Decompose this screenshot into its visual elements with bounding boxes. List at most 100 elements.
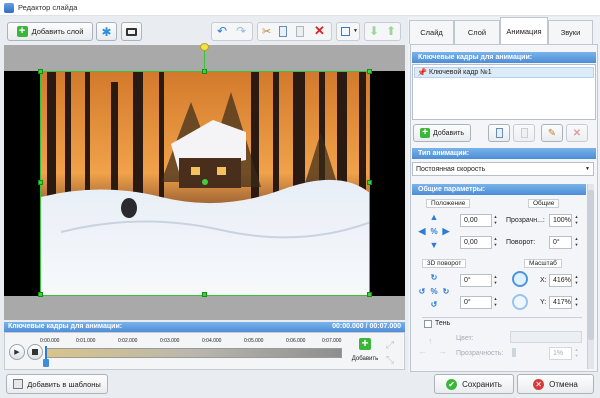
shadow-slider[interactable]: [512, 348, 516, 357]
resize-handle-left[interactable]: [38, 180, 43, 185]
rotation-handle[interactable]: [200, 43, 209, 51]
shadow-color-picker[interactable]: [510, 331, 582, 343]
cancel-label: Отмена: [549, 379, 578, 389]
app-icon: [4, 3, 14, 13]
spin-arrows-icon[interactable]: ▲ ▼: [492, 274, 499, 287]
scrollbar-thumb[interactable]: [588, 190, 594, 340]
add-to-templates-button[interactable]: Добавить в шаблоны: [6, 374, 108, 394]
scale-y-input[interactable]: 417%: [549, 296, 572, 309]
star-icon: ✱: [101, 24, 112, 39]
resize-handle-bl[interactable]: [38, 292, 43, 297]
layer-order-group: ⬇ ⬆: [364, 22, 401, 41]
tab-animation[interactable]: Анимация: [500, 17, 548, 44]
resize-handle-right[interactable]: [367, 180, 372, 185]
tab-layer[interactable]: Слой: [454, 20, 500, 44]
spin-arrows-icon[interactable]: ▲ ▼: [573, 347, 580, 360]
arrow-right-icon[interactable]: ▶: [440, 225, 452, 237]
plus-icon: +: [420, 128, 431, 138]
resize-handle-br[interactable]: [367, 292, 372, 297]
spin-arrows-icon[interactable]: ▲ ▼: [573, 296, 580, 309]
save-button[interactable]: ✔ Сохранить: [434, 374, 514, 394]
add-layer-button[interactable]: + Добавить слой: [7, 22, 93, 41]
rotation-input[interactable]: 0°: [549, 236, 572, 249]
resize-handle-tl[interactable]: [38, 69, 43, 74]
spin-arrows-icon[interactable]: ▲ ▼: [492, 236, 499, 249]
expand-icon[interactable]: ⤢: [386, 340, 398, 352]
scale-x-input[interactable]: 416%: [549, 274, 572, 287]
move-down-icon[interactable]: ⬇: [369, 24, 379, 38]
spin-arrows-icon[interactable]: ▲ ▼: [573, 214, 580, 227]
playhead[interactable]: [45, 346, 47, 360]
shadow-color-label: Цвет:: [456, 335, 474, 342]
cancel-button[interactable]: ✕ Отмена: [517, 374, 594, 394]
save-label: Сохранить: [462, 379, 502, 389]
panel-scrollbar[interactable]: [587, 184, 594, 369]
general-params-title: Общие параметры:: [412, 184, 586, 195]
spin-arrows-icon[interactable]: ▲ ▼: [573, 274, 580, 287]
play-icon: ▶: [14, 349, 20, 356]
tab-sounds[interactable]: Звуки: [548, 20, 593, 44]
percent-icon[interactable]: %: [428, 285, 440, 297]
timeline-track[interactable]: [46, 348, 342, 358]
zoom-in-icon[interactable]: [512, 271, 528, 287]
percent-icon[interactable]: %: [428, 225, 440, 237]
effects-button[interactable]: ✱: [96, 22, 117, 41]
shadow-left-icon[interactable]: ←: [418, 346, 427, 356]
window-title: Редактор слайда: [18, 3, 78, 12]
spin-arrows-icon[interactable]: ▲ ▼: [492, 296, 499, 309]
add-keyframe-panel-button[interactable]: + Добавить: [413, 124, 471, 142]
resize-handle-tr[interactable]: [367, 69, 372, 74]
play-button[interactable]: ▶: [9, 344, 25, 360]
position-y-input[interactable]: 0,00: [460, 236, 492, 249]
stop-button[interactable]: [27, 344, 43, 360]
copy-keyframe-button[interactable]: [488, 124, 510, 142]
rotate-up-icon[interactable]: ↻: [428, 271, 440, 283]
position-x-input[interactable]: 0,00: [460, 214, 492, 227]
arrow-left-icon[interactable]: ◀: [416, 225, 428, 237]
keyframe-item-label: Ключевой кадр №1: [429, 69, 492, 76]
shadow-up-icon[interactable]: ↑: [428, 336, 433, 346]
align-dropdown[interactable]: ▼: [336, 22, 360, 41]
keyframe-marker[interactable]: [43, 359, 49, 367]
redo-icon[interactable]: ↷: [236, 24, 246, 38]
tick-label: 0:03.000: [160, 338, 180, 344]
resize-handle-bottom[interactable]: [202, 292, 207, 297]
add-to-templates-label: Добавить в шаблоны: [27, 379, 101, 389]
timeline-header: Ключевые кадры для анимации: 00:00.000 /…: [4, 322, 405, 332]
delete-icon[interactable]: ✕: [314, 23, 325, 39]
spin-arrows-icon[interactable]: ▲ ▼: [492, 214, 499, 227]
rotation3d-b-input[interactable]: 0°: [460, 296, 492, 309]
rotation3d-a-input[interactable]: 0°: [460, 274, 492, 287]
opacity-input[interactable]: 100%: [549, 214, 572, 227]
arrow-up-icon[interactable]: ▲: [428, 211, 440, 223]
timeline-ruler-labels: 0:00.000 0:01.000 0:02.000 0:03.000 0:04…: [40, 336, 346, 346]
shadow-right-icon[interactable]: →: [438, 346, 447, 356]
tab-slide[interactable]: Слайд: [409, 20, 454, 44]
shadow-transparency-input[interactable]: 1%: [549, 347, 572, 360]
paste-icon[interactable]: [296, 26, 304, 37]
keyframes-list: 📌 Ключевой кадр №1: [412, 64, 596, 120]
slides-button[interactable]: [121, 22, 142, 41]
slide-image[interactable]: [40, 71, 370, 296]
add-keyframe-panel-label: Добавить: [433, 129, 464, 137]
shadow-label: Тень: [435, 320, 451, 327]
cut-icon[interactable]: ✂: [262, 25, 271, 38]
rotate-left-icon[interactable]: ↺: [416, 285, 428, 297]
add-keyframe-button[interactable]: + Добавить: [348, 337, 382, 368]
templates-icon: [13, 379, 24, 389]
rotate-down-icon[interactable]: ↺: [428, 298, 440, 310]
brush-keyframe-button[interactable]: ✎: [541, 124, 563, 142]
paste-keyframe-button[interactable]: [513, 124, 535, 142]
undo-icon[interactable]: ↶: [217, 24, 227, 38]
delete-keyframe-button[interactable]: ✕: [566, 124, 588, 142]
anim-type-select[interactable]: Постоянная скорость ▼: [412, 162, 594, 176]
arrow-down-icon[interactable]: ▼: [428, 239, 440, 251]
move-up-icon[interactable]: ⬆: [386, 24, 396, 38]
copy-icon[interactable]: [279, 26, 287, 37]
collapse-icon[interactable]: ⤡: [386, 355, 398, 367]
shadow-checkbox[interactable]: [424, 320, 432, 328]
keyframe-item[interactable]: 📌 Ключевой кадр №1: [414, 67, 594, 78]
zoom-out-icon[interactable]: [512, 294, 528, 310]
spin-arrows-icon[interactable]: ▲ ▼: [573, 236, 580, 249]
rotate-right-icon[interactable]: ↻: [440, 285, 452, 297]
